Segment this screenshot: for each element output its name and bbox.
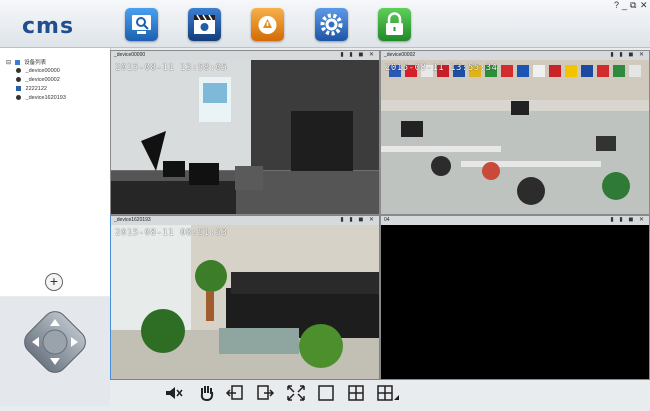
camera-feed-open-office [381, 51, 649, 214]
tree-item-device00002[interactable]: _device00002 [16, 77, 60, 83]
film-clapper-icon [194, 14, 215, 34]
collapse-icon[interactable]: ⊟ [6, 60, 11, 66]
pane-2-header: _device00002 ▮ ▮ ◼ ✕ [381, 51, 649, 60]
next-window-icon[interactable] [256, 384, 276, 402]
app-logo: cms [22, 14, 75, 39]
camera-icon [16, 95, 21, 101]
camera-feed-office-corner [111, 51, 379, 214]
help-button[interactable]: ? [614, 0, 619, 10]
monitor-search-icon [132, 15, 151, 34]
pane-2-timestamp: 2015-08-11 13:55:34 [385, 63, 498, 73]
ptz-control[interactable] [0, 297, 110, 406]
pane-controls-icons[interactable]: ▮ ▮ ◼ ✕ [340, 216, 376, 225]
pane-1-header: _device00000 ▮ ▮ ◼ ✕ [111, 51, 379, 60]
pane-1-timestamp: 2015-08-11 13:58:05 [115, 63, 228, 73]
previous-window-icon[interactable] [225, 384, 245, 402]
pane-controls-icons[interactable]: ▮ ▮ ◼ ✕ [610, 51, 646, 60]
restore-button[interactable]: ⧉ [630, 0, 636, 11]
tree-item-device1620193[interactable]: _device1620193 [16, 95, 66, 101]
nvr-icon [16, 86, 21, 92]
ptz-panel [0, 297, 110, 406]
top-toolbar: cms ? _ ⧉ ✕ [0, 0, 650, 48]
video-grid: _device00000 ▮ ▮ ◼ ✕ 2015-08-11 13:58:05 [110, 50, 650, 380]
camera-feed-lounge [111, 216, 379, 379]
camera-icon [16, 68, 21, 74]
gear-icon [320, 13, 343, 36]
tree-item-2222122[interactable]: 2222122 [16, 86, 47, 92]
pane-4-header: 04 ▮ ▮ ◼ ✕ [381, 216, 649, 225]
video-pane-3[interactable]: _device1620193 ▮ ▮ ◼ ✕ 2015-08-11 08:51:… [110, 215, 380, 380]
lock-button[interactable] [378, 8, 411, 41]
minimize-button[interactable]: _ [622, 0, 627, 10]
tree-root[interactable]: ⊟ 设备列表 [6, 58, 46, 66]
device-group-icon [14, 60, 20, 66]
pane-3-timestamp: 2015-08-11 08:51:53 [115, 228, 228, 238]
tree-item-device00000[interactable]: _device00000 [16, 68, 60, 74]
pane-3-header: _device1620193 ▮ ▮ ◼ ✕ [111, 216, 379, 225]
alarm-button[interactable] [251, 8, 284, 41]
pane-controls-icons[interactable]: ▮ ▮ ◼ ✕ [610, 216, 646, 225]
multi-view-dropdown-icon[interactable] [375, 384, 401, 402]
playback-button[interactable] [188, 8, 221, 41]
mute-icon[interactable] [163, 384, 183, 402]
quad-view-icon[interactable] [346, 384, 366, 402]
lock-icon [386, 12, 403, 35]
preview-button[interactable] [125, 8, 158, 41]
video-pane-2[interactable]: _device00002 ▮ ▮ ◼ ✕ 2015-08-11 13:55:34 [380, 50, 650, 215]
close-button[interactable]: ✕ [640, 0, 648, 11]
video-pane-1[interactable]: _device00000 ▮ ▮ ◼ ✕ 2015-08-11 13:58:05 [110, 50, 380, 215]
video-pane-4[interactable]: 04 ▮ ▮ ◼ ✕ [380, 215, 650, 380]
hand-pan-icon[interactable] [197, 384, 217, 402]
add-device-button[interactable]: + [45, 273, 63, 291]
camera-icon [16, 77, 21, 83]
pane-controls-icons[interactable]: ▮ ▮ ◼ ✕ [340, 51, 376, 60]
single-view-icon[interactable] [316, 384, 336, 402]
device-tree-panel: ⊟ 设备列表 _device00000 _device00002 2222122… [0, 48, 111, 296]
settings-button[interactable] [315, 8, 348, 41]
alarm-icon [258, 16, 277, 34]
fullscreen-icon[interactable] [286, 384, 306, 402]
